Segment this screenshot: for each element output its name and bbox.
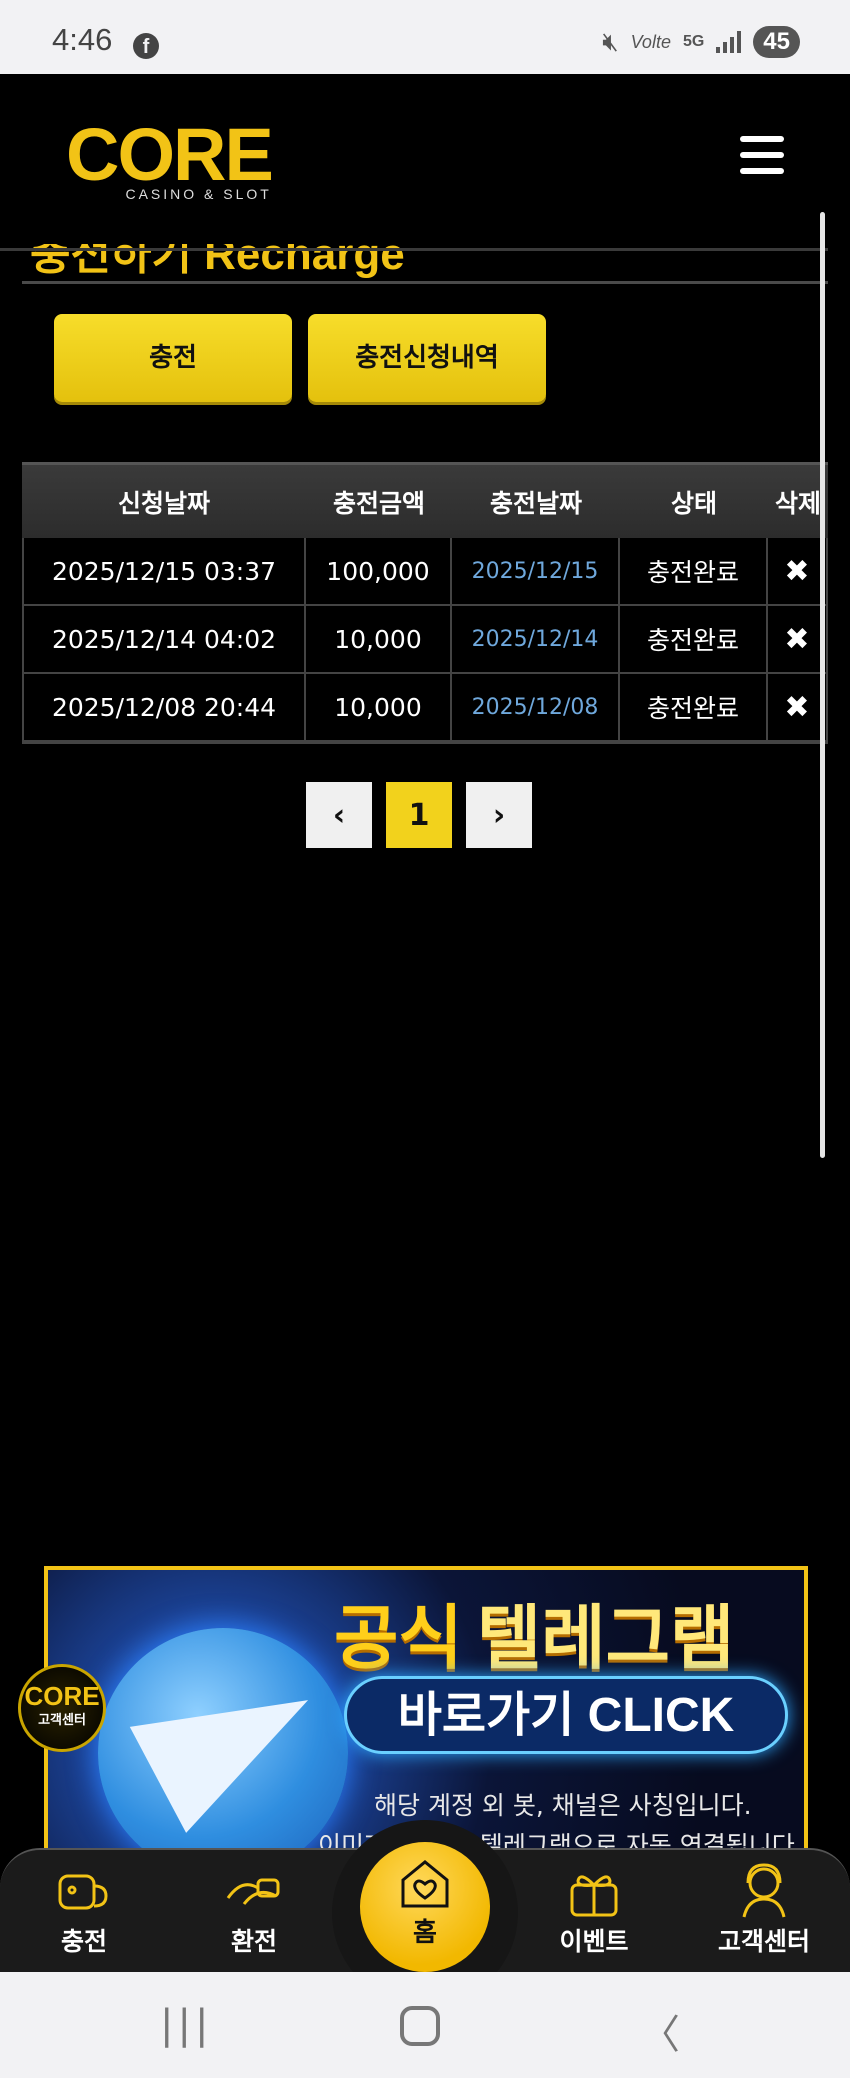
status-bar: 4:46 f 🔇︎ Volte 5G 45 xyxy=(0,0,850,74)
header-status: 상태 xyxy=(670,488,717,518)
headset-icon xyxy=(694,1860,834,1922)
gift-icon xyxy=(524,1860,664,1922)
cell-request-date: 2025/12/08 20:44 xyxy=(22,674,306,740)
support-badge-logo: CORE xyxy=(24,1681,100,1711)
nav-home[interactable]: 홈 xyxy=(360,1842,490,1972)
delete-icon[interactable]: ✖ xyxy=(768,538,828,604)
logo-wordmark: CORE xyxy=(66,113,274,196)
next-page-button[interactable]: › xyxy=(466,782,532,848)
nav-support[interactable]: 고객센터 xyxy=(694,1860,834,1958)
charge-history-button[interactable]: 충전신청내역 xyxy=(308,314,546,402)
exchange-icon xyxy=(184,1860,324,1922)
header-charge-date: 충전날짜 xyxy=(489,488,582,518)
cell-status: 충전완료 xyxy=(620,674,768,740)
network-5g-icon: 5G xyxy=(682,33,705,50)
cell-charge-date: 2025/12/08 xyxy=(452,674,620,740)
mute-icon: 🔇︎ xyxy=(602,26,619,56)
support-floating-button[interactable]: CORE 고객센터 xyxy=(18,1664,106,1752)
nav-event-label: 이벤트 xyxy=(559,1927,629,1956)
bottom-nav: 충전 환전 홈 이벤트 고객센터 xyxy=(0,1820,850,2006)
header-request-date: 신청날짜 xyxy=(117,488,210,518)
nav-event[interactable]: 이벤트 xyxy=(524,1860,664,1958)
prev-page-button[interactable]: ‹ xyxy=(306,782,372,848)
banner-title-official: 공식 xyxy=(334,1599,463,1677)
header-delete: 삭제 xyxy=(774,488,821,518)
site-header: CORE CASINO & SLOT xyxy=(0,74,850,244)
banner-title-telegram: 텔레그램 xyxy=(476,1599,735,1677)
cell-request-date: 2025/12/14 04:02 xyxy=(22,606,306,672)
support-badge-label: 고객센터 xyxy=(38,1713,86,1728)
cell-amount: 100,000 xyxy=(306,538,452,604)
cell-amount: 10,000 xyxy=(306,674,452,740)
cell-request-date: 2025/12/15 03:37 xyxy=(22,538,306,604)
charge-icon xyxy=(14,1860,154,1922)
telegram-banner[interactable]: 공식 텔레그램 바로가기 CLICK 해당 계정 외 봇, 채널은 사칭입니다. … xyxy=(44,1566,808,1856)
pagination: ‹ 1 › xyxy=(306,782,532,848)
nav-exchange-label: 환전 xyxy=(230,1927,277,1956)
system-nav-bar: ||| 〈 xyxy=(0,1972,850,2078)
nav-charge[interactable]: 충전 xyxy=(14,1860,154,1958)
page-1-button[interactable]: 1 xyxy=(386,782,452,848)
table-row: 2025/12/14 04:02 10,000 2025/12/14 충전완료 … xyxy=(22,606,828,674)
status-time: 4:46 xyxy=(52,22,113,57)
cell-charge-date: 2025/12/15 xyxy=(452,538,620,604)
title-underline xyxy=(22,281,828,284)
battery-indicator: 45 xyxy=(753,26,800,58)
facebook-icon: f xyxy=(133,33,159,59)
header-amount: 충전금액 xyxy=(332,488,425,518)
cell-status: 충전완료 xyxy=(620,606,768,672)
home-icon[interactable] xyxy=(400,2006,440,2046)
home-heart-icon xyxy=(360,1842,490,1912)
core-logo[interactable]: CORE CASINO & SLOT xyxy=(66,113,274,203)
signal-icon xyxy=(716,31,742,53)
cell-status: 충전완료 xyxy=(620,538,768,604)
banner-title: 공식 텔레그램 xyxy=(334,1582,734,1683)
menu-icon[interactable] xyxy=(740,136,784,174)
back-icon[interactable]: 〈 xyxy=(640,2002,680,2060)
banner-cta[interactable]: 바로가기 CLICK xyxy=(344,1676,788,1754)
nav-charge-label: 충전 xyxy=(60,1927,107,1956)
banner-note: 해당 계정 외 봇, 채널은 사칭입니다. xyxy=(374,1791,752,1820)
delete-icon[interactable]: ✖ xyxy=(768,606,828,672)
table-row: 2025/12/08 20:44 10,000 2025/12/08 충전완료 … xyxy=(22,674,828,742)
volte-indicator: Volte xyxy=(630,31,671,52)
recent-apps-icon[interactable]: ||| xyxy=(160,2002,212,2048)
cell-amount: 10,000 xyxy=(306,606,452,672)
status-icons: 🔇︎ Volte 5G 45 xyxy=(602,26,800,58)
divider xyxy=(0,248,828,251)
table-row: 2025/12/15 03:37 100,000 2025/12/15 충전완료… xyxy=(22,538,828,606)
nav-support-label: 고객센터 xyxy=(717,1927,810,1956)
charge-button[interactable]: 충전 xyxy=(54,314,292,402)
nav-exchange[interactable]: 환전 xyxy=(184,1860,324,1958)
scrollbar[interactable] xyxy=(820,212,825,1158)
nav-home-label: 홈 xyxy=(413,1918,437,1948)
charge-history-table: 신청날짜 충전금액 충전날짜 상태 삭제 2025/12/15 03:37 10… xyxy=(22,462,828,744)
cell-charge-date: 2025/12/14 xyxy=(452,606,620,672)
table-header: 신청날짜 충전금액 충전날짜 상태 삭제 xyxy=(22,462,828,538)
delete-icon[interactable]: ✖ xyxy=(768,674,828,740)
